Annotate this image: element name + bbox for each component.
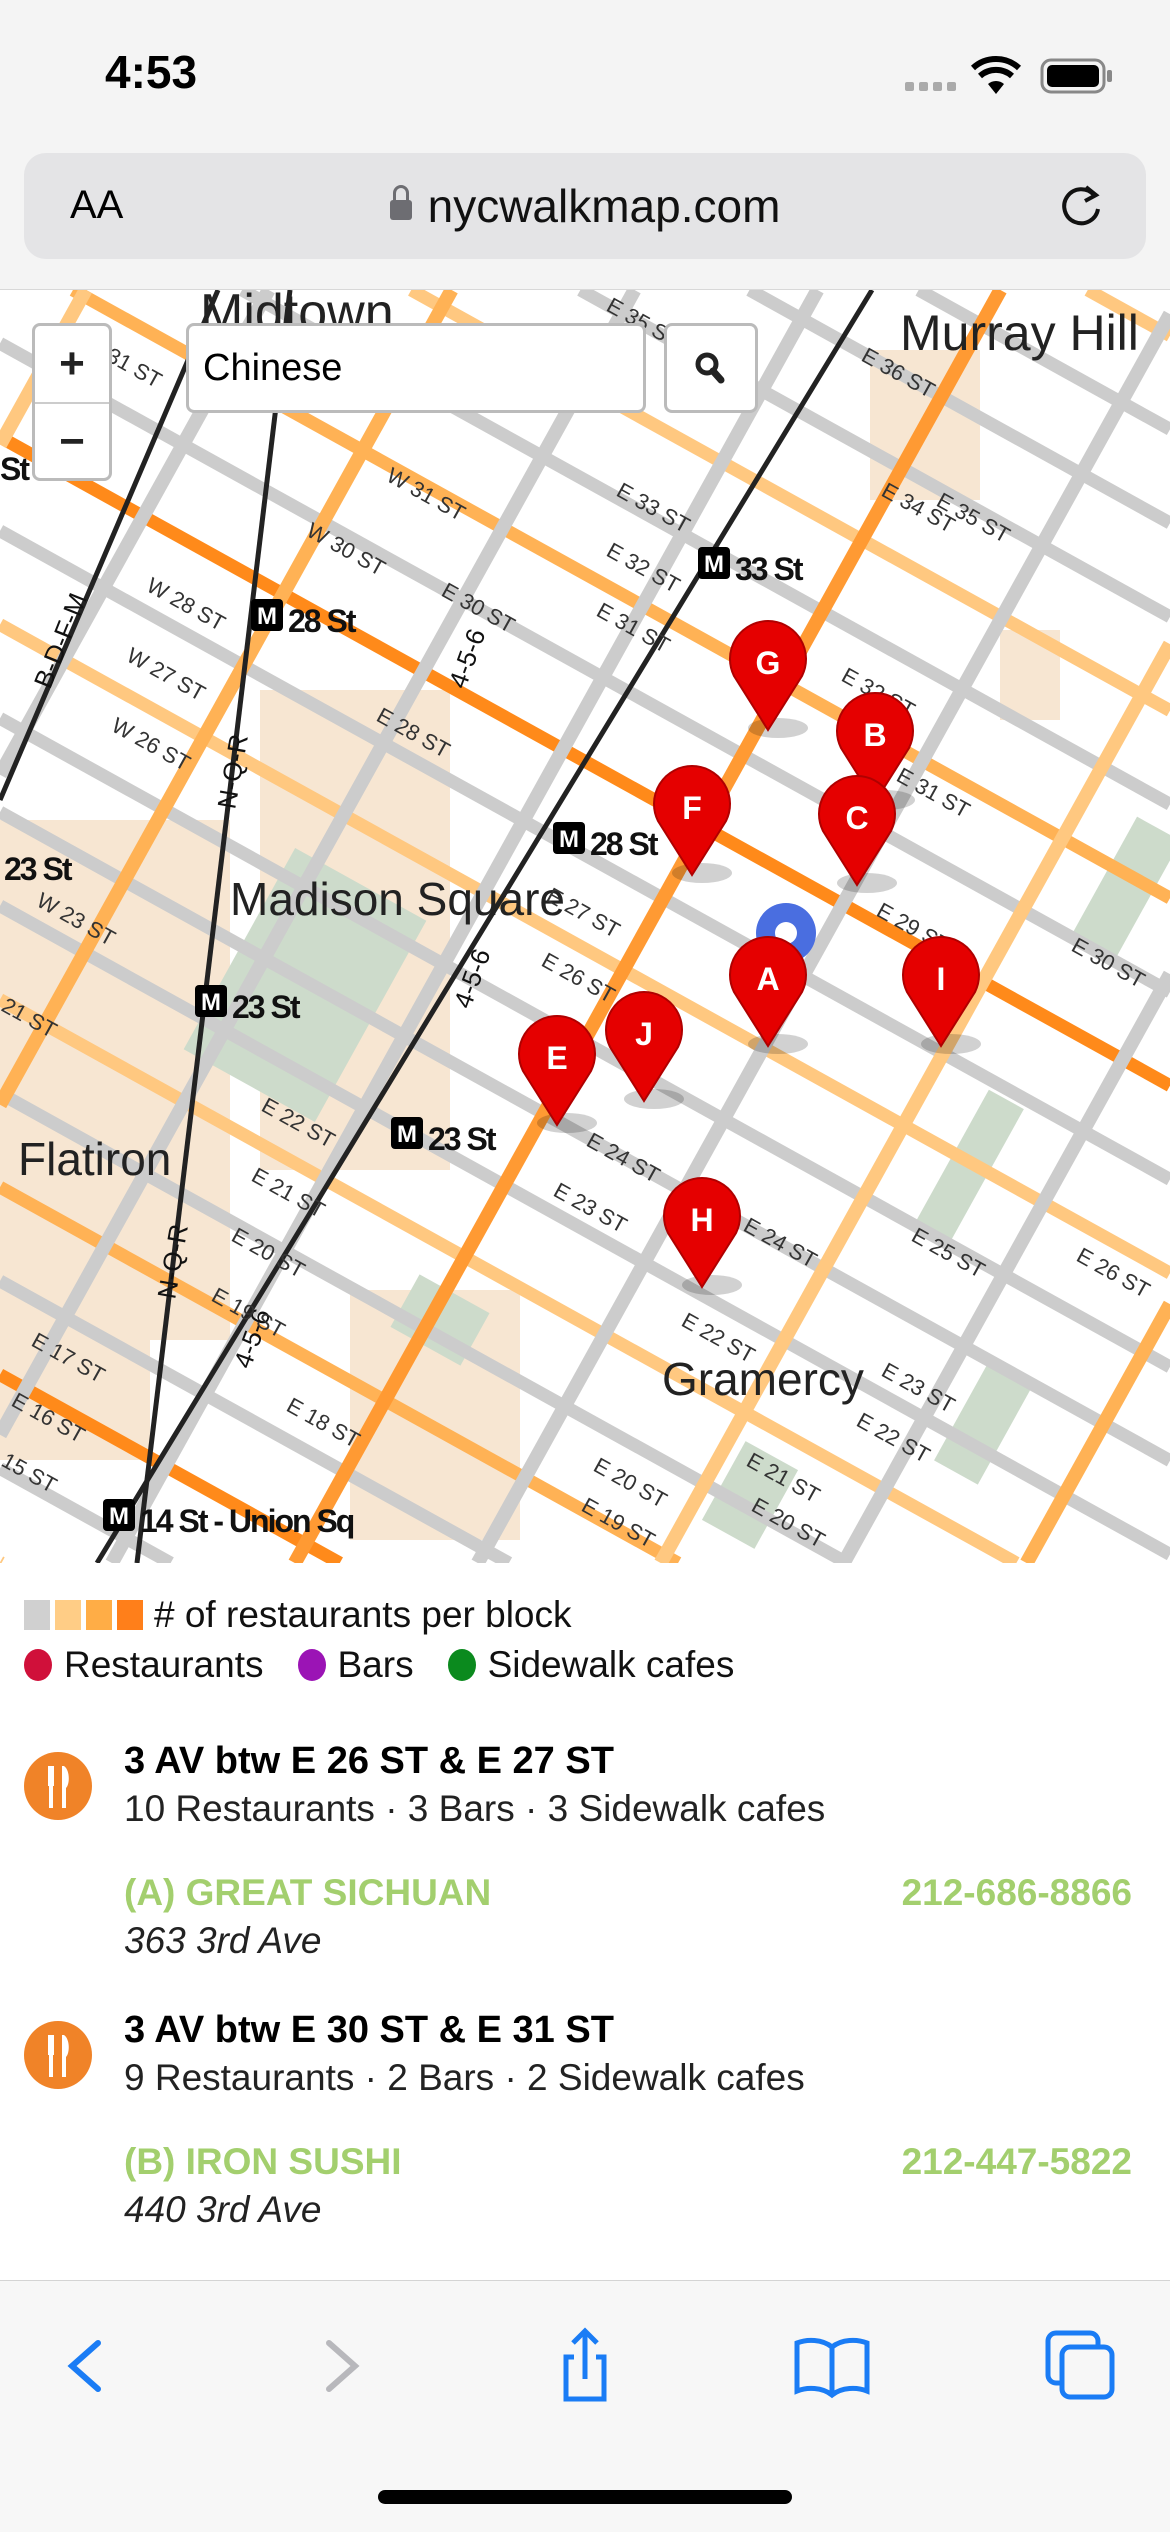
restaurant-phone-link[interactable]: 212-686-8866 bbox=[902, 1872, 1132, 1914]
neighborhood-label: Madison Square bbox=[230, 873, 565, 925]
block-swatch bbox=[24, 1600, 50, 1630]
marker-letter: C bbox=[845, 800, 868, 836]
restaurant-phone-link[interactable]: 212-447-5822 bbox=[902, 2141, 1132, 2183]
restaurant-marker[interactable]: J bbox=[605, 991, 684, 1109]
map-legend: # of restaurants per block Restaurants B… bbox=[24, 1590, 734, 1690]
result-block: 3 AV btw E 30 ST & E 31 ST 9 Restaurants… bbox=[0, 1999, 1170, 2239]
marker-shadow bbox=[624, 1089, 684, 1109]
result-block: 3 AV btw E 26 ST & E 27 ST 10 Restaurant… bbox=[0, 1730, 1170, 1970]
status-bar: 4:53 bbox=[0, 0, 1170, 150]
zoom-in-button[interactable]: + bbox=[35, 326, 109, 404]
restaurant-marker[interactable]: F bbox=[653, 765, 732, 883]
result-summary: 10 Restaurants · 3 Bars · 3 Sidewalk caf… bbox=[124, 1788, 826, 1829]
restaurant-name-link[interactable]: (B) IRON SUSHI bbox=[124, 2141, 402, 2183]
subway-station-label: 28 St bbox=[590, 826, 659, 862]
legend-restaurants: Restaurants bbox=[64, 1644, 264, 1685]
bars-dot bbox=[297, 1649, 326, 1681]
metro-glyph: M bbox=[109, 1503, 129, 1530]
status-time: 4:53 bbox=[105, 46, 198, 98]
wifi-icon bbox=[970, 56, 1022, 94]
subway-station-label: 33 St bbox=[735, 551, 804, 587]
lock-icon bbox=[389, 185, 412, 220]
metro-glyph: M bbox=[397, 1121, 417, 1148]
url-text[interactable]: nycwalkmap.com bbox=[428, 180, 781, 232]
marker-shadow bbox=[537, 1113, 597, 1133]
marker-shadow bbox=[748, 1034, 808, 1054]
neighborhood-label: Flatiron bbox=[18, 1133, 171, 1185]
marker-shadow bbox=[672, 863, 732, 883]
marker-letter: B bbox=[863, 717, 886, 753]
signal-icon bbox=[905, 82, 956, 91]
marker-letter: G bbox=[756, 645, 781, 681]
result-summary: 9 Restaurants · 2 Bars · 2 Sidewalk cafe… bbox=[124, 2057, 805, 2098]
result-title: 3 AV btw E 30 ST & E 31 ST bbox=[124, 2009, 614, 2051]
street-label: W 28 ST bbox=[143, 573, 230, 636]
marker-letter: F bbox=[682, 790, 702, 826]
metro-glyph: M bbox=[257, 603, 277, 630]
zoom-control: + − bbox=[32, 323, 112, 481]
neighborhood-label: Murray Hill bbox=[900, 305, 1139, 361]
street-label: W 31 ST bbox=[383, 463, 470, 526]
marker-letter: E bbox=[546, 1040, 567, 1076]
marker-letter: A bbox=[756, 961, 779, 997]
map[interactable]: Midtown Murray Hill Madison Square Flatiron… bbox=[0, 290, 1170, 1563]
subway-station-label: 28 St bbox=[288, 603, 357, 639]
subway-station-label: 14 St - Union Sq bbox=[140, 1503, 354, 1539]
restaurant-marker[interactable]: E bbox=[518, 1015, 597, 1133]
block-swatch bbox=[86, 1600, 112, 1630]
reload-icon[interactable] bbox=[1056, 181, 1106, 231]
restaurants-dot bbox=[24, 1649, 52, 1681]
share-icon[interactable] bbox=[540, 2321, 630, 2411]
neighborhood-label: Gramercy bbox=[662, 1353, 864, 1405]
restaurant-marker[interactable]: C bbox=[818, 775, 897, 893]
search-icon bbox=[695, 352, 725, 384]
avenue bbox=[1020, 1300, 1170, 1563]
marker-shadow bbox=[921, 1034, 981, 1054]
result-title: 3 AV btw E 26 ST & E 27 ST bbox=[124, 1740, 614, 1782]
search-input[interactable] bbox=[186, 323, 646, 413]
street bbox=[0, 1556, 5, 1563]
bookmarks-icon[interactable] bbox=[787, 2321, 877, 2411]
block-swatch bbox=[117, 1600, 143, 1630]
street-label: E 24 ST bbox=[583, 1128, 665, 1188]
subway-station-label: 23 St bbox=[4, 851, 73, 887]
marker-letter: I bbox=[937, 961, 946, 997]
address-bar[interactable]: AA nycwalkmap.com bbox=[24, 153, 1146, 259]
home-indicator bbox=[378, 2490, 792, 2504]
subway-station-label: 23 St bbox=[428, 1121, 497, 1157]
street-label: 31 ST bbox=[103, 343, 166, 393]
restaurant-marker[interactable]: G bbox=[729, 620, 808, 738]
legend-sidewalk-cafes: Sidewalk cafes bbox=[487, 1644, 735, 1685]
restaurant-icon bbox=[24, 1752, 92, 1820]
map-canvas[interactable]: Midtown Murray HillMadison SquareFlatiron… bbox=[0, 290, 1170, 1563]
marker-letter: J bbox=[635, 1016, 653, 1052]
zoom-out-button[interactable]: − bbox=[35, 404, 109, 480]
legend-blocks-label: # of restaurants per block bbox=[154, 1594, 572, 1635]
restaurant-name-link[interactable]: (A) GREAT SICHUAN bbox=[124, 1872, 491, 1914]
tabs-icon[interactable] bbox=[1036, 2321, 1126, 2411]
metro-glyph: M bbox=[704, 551, 724, 578]
search-button[interactable] bbox=[664, 323, 758, 413]
restaurant-address: 363 3rd Ave bbox=[124, 1920, 322, 1961]
metro-glyph: M bbox=[559, 826, 579, 853]
back-icon[interactable] bbox=[42, 2321, 132, 2411]
subway-station-label: 23 St bbox=[232, 989, 301, 1025]
battery-icon bbox=[1040, 58, 1112, 94]
marker-letter: H bbox=[690, 1202, 713, 1238]
restaurant-icon bbox=[24, 2021, 92, 2089]
marker-shadow bbox=[837, 873, 897, 893]
metro-glyph: M bbox=[201, 989, 221, 1016]
marker-shadow bbox=[682, 1275, 742, 1295]
legend-bars: Bars bbox=[337, 1644, 414, 1685]
marker-shadow bbox=[748, 718, 808, 738]
subway-station-label: St bbox=[0, 451, 30, 487]
restaurant-address: 440 3rd Ave bbox=[124, 2189, 322, 2230]
block-swatch bbox=[55, 1600, 81, 1630]
forward-icon[interactable] bbox=[295, 2321, 385, 2411]
sidewalk-cafes-dot bbox=[447, 1649, 476, 1681]
street-label: E 24 ST bbox=[740, 1213, 822, 1273]
